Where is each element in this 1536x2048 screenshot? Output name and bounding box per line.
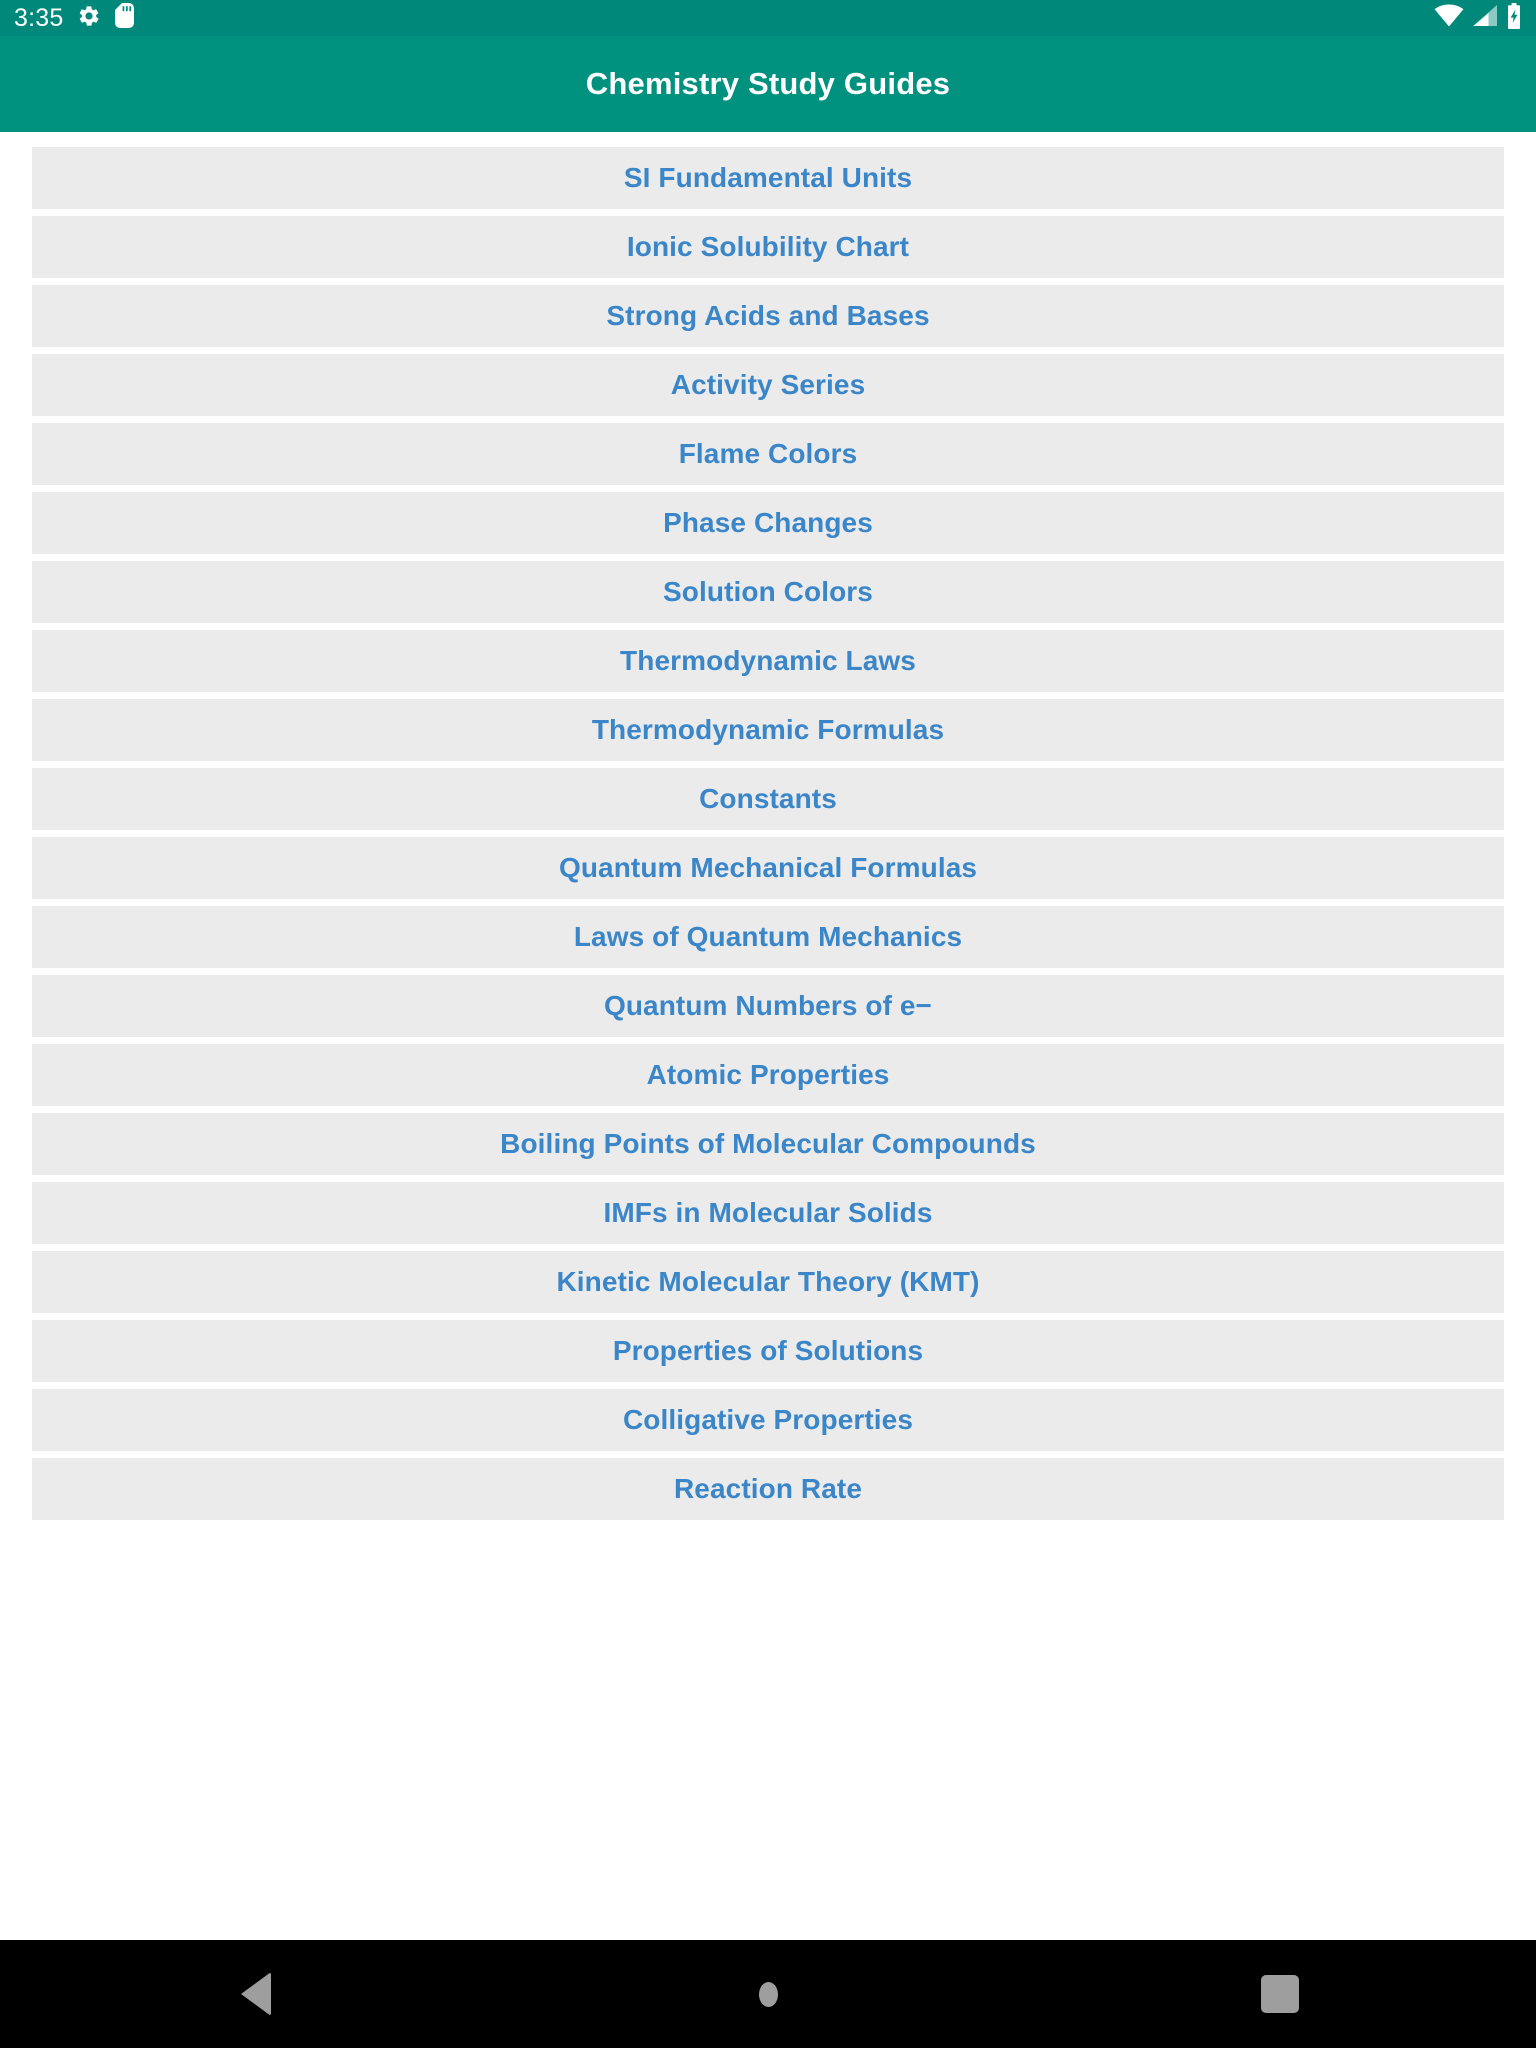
- study-guide-list[interactable]: SI Fundamental Units Ionic Solubility Cha…: [0, 147, 1536, 1520]
- list-item[interactable]: Boiling Points of Molecular Compounds: [32, 1113, 1504, 1175]
- list-item-label: Reaction Rate: [673, 1473, 863, 1504]
- list-item[interactable]: Quantum Mechanical Formulas: [32, 837, 1504, 899]
- settings-gear-icon: [77, 4, 101, 33]
- list-item[interactable]: Solution Colors: [32, 561, 1504, 623]
- list-item-label: Thermodynamic Formulas: [591, 714, 945, 745]
- app-bar: Chemistry Study Guides: [0, 36, 1536, 132]
- list-item-label: Quantum Numbers of e−: [603, 990, 933, 1021]
- list-item-label: Activity Series: [670, 369, 866, 400]
- list-item-label: Flame Colors: [678, 438, 858, 469]
- list-item-label: SI Fundamental Units: [623, 162, 913, 193]
- list-item[interactable]: Colligative Properties: [32, 1389, 1504, 1451]
- list-item[interactable]: Reaction Rate: [32, 1458, 1504, 1520]
- wifi-icon: [1434, 4, 1464, 33]
- android-navigation-bar: [0, 1940, 1536, 2048]
- list-item[interactable]: Constants: [32, 768, 1504, 830]
- status-bar-left-group: 3:35: [14, 3, 135, 33]
- list-item-label: Boiling Points of Molecular Compounds: [500, 1128, 1036, 1159]
- recents-button[interactable]: [1170, 1940, 1390, 2048]
- main-content: SI Fundamental Units Ionic Solubility Cha…: [0, 132, 1536, 1940]
- sd-card-icon: [115, 3, 135, 33]
- status-clock: 3:35: [14, 3, 64, 32]
- list-item-label: Properties of Solutions: [612, 1335, 924, 1366]
- list-item-label: Kinetic Molecular Theory (KMT): [556, 1266, 980, 1297]
- list-item[interactable]: IMFs in Molecular Solids: [32, 1182, 1504, 1244]
- home-button[interactable]: [658, 1940, 878, 2048]
- cellular-signal-icon: [1472, 4, 1498, 33]
- list-item[interactable]: Kinetic Molecular Theory (KMT): [32, 1251, 1504, 1313]
- back-triangle-icon: [241, 1972, 271, 2016]
- battery-charging-icon: [1506, 2, 1522, 34]
- status-bar-right-group: [1434, 2, 1522, 34]
- page-title: Chemistry Study Guides: [585, 66, 951, 101]
- list-item[interactable]: Properties of Solutions: [32, 1320, 1504, 1382]
- list-item[interactable]: Atomic Properties: [32, 1044, 1504, 1106]
- list-item[interactable]: SI Fundamental Units: [32, 147, 1504, 209]
- list-item[interactable]: Ionic Solubility Chart: [32, 216, 1504, 278]
- list-item-label: Laws of Quantum Mechanics: [573, 921, 963, 952]
- list-item[interactable]: Flame Colors: [32, 423, 1504, 485]
- status-bar: 3:35: [0, 0, 1536, 36]
- list-item[interactable]: Thermodynamic Formulas: [32, 699, 1504, 761]
- app-screen: 3:35 Chemistry Study Guides SI Fundament…: [0, 0, 1536, 2048]
- list-item-label: IMFs in Molecular Solids: [603, 1197, 933, 1228]
- list-item-label: Ionic Solubility Chart: [626, 231, 910, 262]
- list-item-label: Atomic Properties: [646, 1059, 890, 1090]
- list-item[interactable]: Activity Series: [32, 354, 1504, 416]
- recents-square-icon: [1261, 1975, 1299, 2013]
- list-item[interactable]: Phase Changes: [32, 492, 1504, 554]
- back-button[interactable]: [146, 1940, 366, 2048]
- list-item[interactable]: Quantum Numbers of e−: [32, 975, 1504, 1037]
- list-item[interactable]: Thermodynamic Laws: [32, 630, 1504, 692]
- list-item-label: Constants: [699, 783, 837, 814]
- list-item-label: Colligative Properties: [622, 1404, 914, 1435]
- list-item-label: Quantum Mechanical Formulas: [558, 852, 978, 883]
- list-item[interactable]: Strong Acids and Bases: [32, 285, 1504, 347]
- home-circle-icon: [758, 1981, 778, 2007]
- list-item-label: Phase Changes: [663, 507, 873, 538]
- list-item-label: Solution Colors: [663, 576, 873, 607]
- list-item[interactable]: Laws of Quantum Mechanics: [32, 906, 1504, 968]
- list-item-label: Thermodynamic Laws: [620, 645, 916, 676]
- list-item-label: Strong Acids and Bases: [606, 300, 930, 331]
